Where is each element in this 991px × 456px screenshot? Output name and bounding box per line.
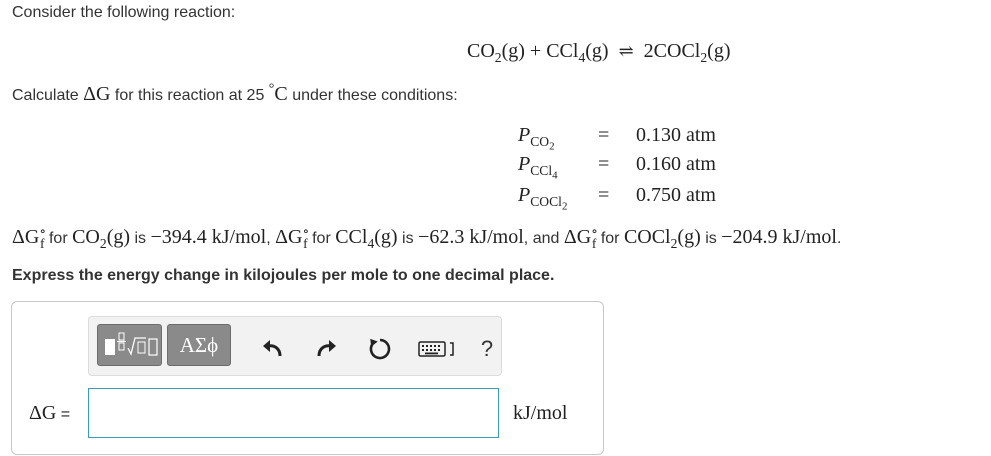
reset-icon[interactable]	[366, 335, 394, 363]
answer-panel: ΑΣϕ ? ΔG = kJ/mol	[11, 301, 604, 455]
math-toolbar: ΑΣϕ ?	[88, 316, 502, 376]
condition-row-co2: PCO2 = 0.130 atm	[518, 124, 716, 153]
greek-symbols-button[interactable]: ΑΣϕ	[167, 324, 231, 366]
help-button[interactable]: ?	[473, 335, 501, 363]
undo-icon[interactable]	[258, 335, 286, 363]
answer-label: ΔG =	[29, 402, 71, 424]
reaction-equation: CO2(g) + CCl4(g) ⇌ 2COCl2(g)	[467, 40, 731, 65]
condition-row-ccl4: PCCl4 = 0.160 atm	[518, 153, 716, 182]
templates-icon	[104, 332, 158, 356]
instruction-text: Express the energy change in kilojoules …	[12, 267, 555, 284]
formation-data-line: ΔG∘f for CO2(g) is −394.4 kJ/mol, ΔG∘f f…	[12, 223, 842, 251]
answer-unit: kJ/mol	[513, 402, 568, 424]
answer-input[interactable]	[88, 388, 499, 438]
equilibrium-arrow: ⇌	[618, 41, 634, 61]
calculate-prompt: Calculate ΔG for this reaction at 25 °C …	[12, 81, 458, 105]
condition-row-cocl2: PCOCl2 = 0.750 atm	[518, 184, 716, 213]
keyboard-icon[interactable]	[416, 335, 460, 363]
intro-text: Consider the following reaction:	[12, 4, 236, 21]
templates-button[interactable]	[97, 324, 162, 366]
redo-icon[interactable]	[313, 335, 341, 363]
